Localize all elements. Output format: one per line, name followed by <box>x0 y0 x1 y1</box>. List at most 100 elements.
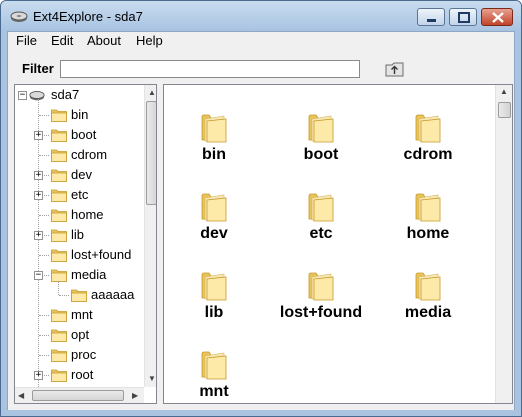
folder-icon <box>415 272 441 301</box>
menu-about[interactable]: About <box>85 33 123 48</box>
tree-vertical-scrollbar[interactable]: ▲ ▼ <box>144 85 156 387</box>
tree-horizontal-scrollbar[interactable]: ◀ ▶ <box>15 387 144 403</box>
tree-item-label: opt <box>71 327 90 342</box>
tree-guide-line <box>59 295 69 296</box>
menu-file[interactable]: File <box>14 33 39 48</box>
folder-icon <box>51 309 67 322</box>
drive-icon <box>29 91 45 101</box>
folder-icon <box>415 193 441 222</box>
tree-item-label: lib <box>71 227 85 242</box>
folder-icon <box>51 329 67 342</box>
tree-item-label: lost+found <box>71 247 132 262</box>
tree-item-label: etc <box>71 187 89 202</box>
folder-icon <box>71 289 87 302</box>
tree-item-label: dev <box>71 167 92 182</box>
title-bar[interactable]: Ext4Explore - sda7 <box>1 1 521 31</box>
folder-tree[interactable]: − sda7 bin + boot cdrom + dev + etc home + lib lost+f… <box>14 84 157 404</box>
scroll-up-arrow-icon[interactable]: ▲ <box>500 87 508 97</box>
tree-expander-icon[interactable]: − <box>34 271 43 280</box>
tree-guide-line <box>39 115 49 116</box>
tree-guide-line <box>39 255 49 256</box>
tree-item-label: media <box>71 267 107 282</box>
folder-icon <box>201 351 227 380</box>
file-item-label: bin <box>202 146 226 163</box>
tree-scroll-thumb[interactable] <box>146 101 156 205</box>
tree-item-label: proc <box>71 347 97 362</box>
folder-icon <box>51 209 67 222</box>
folder-icon <box>51 229 67 242</box>
tree-item-label: root <box>71 367 94 382</box>
file-item-etc[interactable]: etc <box>271 193 371 270</box>
tree-expander-icon[interactable]: + <box>34 131 43 140</box>
tree-expander-icon[interactable]: + <box>34 191 43 200</box>
file-item-dev[interactable]: dev <box>164 193 264 270</box>
menu-bar: File Edit About Help <box>8 32 514 51</box>
folder-icon <box>308 272 334 301</box>
folder-icon <box>201 272 227 301</box>
tree-item-label: bin <box>71 107 89 122</box>
folder-icon <box>51 369 67 382</box>
folder-icon <box>201 114 227 143</box>
tree-expander-icon[interactable]: + <box>34 231 43 240</box>
file-item-boot[interactable]: boot <box>271 114 371 191</box>
file-item-media[interactable]: media <box>378 272 478 349</box>
close-icon <box>492 12 504 23</box>
folder-icon <box>51 129 67 142</box>
folder-icon <box>51 249 67 262</box>
scroll-down-arrow-icon[interactable]: ▼ <box>148 374 156 384</box>
tree-guide-line <box>39 215 49 216</box>
file-item-home[interactable]: home <box>378 193 478 270</box>
scroll-up-arrow-icon[interactable]: ▲ <box>148 88 156 98</box>
file-item-label: etc <box>309 225 333 242</box>
folder-up-button[interactable] <box>384 59 406 79</box>
file-item-mnt[interactable]: mnt <box>164 351 264 403</box>
tree-expander-icon[interactable]: − <box>18 91 27 100</box>
tree-expander-icon[interactable]: + <box>34 171 43 180</box>
file-item-lib[interactable]: lib <box>164 272 264 349</box>
file-item-cdrom[interactable]: cdrom <box>378 114 478 191</box>
file-item-label: boot <box>303 146 339 163</box>
tree-item-label: cdrom <box>71 147 108 162</box>
file-view-scrollbar[interactable]: ▲ <box>495 85 512 403</box>
menu-help[interactable]: Help <box>134 33 165 48</box>
tree-item-label: mnt <box>71 307 93 322</box>
scroll-left-arrow-icon[interactable]: ◀ <box>18 391 24 401</box>
status-bar <box>8 406 514 410</box>
file-item-label: lost+found <box>279 304 363 321</box>
filter-bar: Filter <box>8 52 514 82</box>
file-view-scroll-thumb[interactable] <box>498 102 511 118</box>
file-item-label: lib <box>204 304 224 321</box>
client-area: File Edit About Help Filter − sda7 bin + boo… <box>7 31 515 410</box>
folder-icon <box>308 114 334 143</box>
file-item-lost-found[interactable]: lost+found <box>271 272 371 349</box>
maximize-icon <box>458 12 470 23</box>
file-item-label: dev <box>200 225 228 242</box>
folder-icon <box>51 109 67 122</box>
folder-icon <box>51 169 67 182</box>
tree-guide-line <box>58 281 59 295</box>
file-item-bin[interactable]: bin <box>164 114 264 191</box>
menu-edit[interactable]: Edit <box>49 33 75 48</box>
file-view[interactable]: ▲ bin boot cdrom dev etc home lib lost+found med… <box>163 84 513 404</box>
filter-input[interactable] <box>60 60 360 78</box>
tree-item-label: aaaaaa <box>91 287 135 302</box>
folder-icon <box>308 193 334 222</box>
tree-expander-icon[interactable]: + <box>34 371 43 380</box>
minimize-button[interactable] <box>417 8 445 26</box>
tree-hscroll-thumb[interactable] <box>32 390 124 401</box>
tree-guide-line <box>39 355 49 356</box>
tree-guide-line <box>39 335 49 336</box>
maximize-button[interactable] <box>449 8 477 26</box>
file-item-label: cdrom <box>403 146 453 163</box>
drive-icon <box>10 11 28 22</box>
tree-item-label: sda7 <box>51 87 80 102</box>
folder-icon <box>51 269 67 282</box>
tree-item-label: home <box>71 207 104 222</box>
folder-icon <box>415 114 441 143</box>
tree-guide-line <box>38 99 39 387</box>
close-button[interactable] <box>481 8 513 26</box>
filter-label: Filter <box>22 61 54 76</box>
folder-icon <box>51 349 67 362</box>
scroll-right-arrow-icon[interactable]: ▶ <box>132 391 138 401</box>
tree-guide-line <box>39 315 49 316</box>
